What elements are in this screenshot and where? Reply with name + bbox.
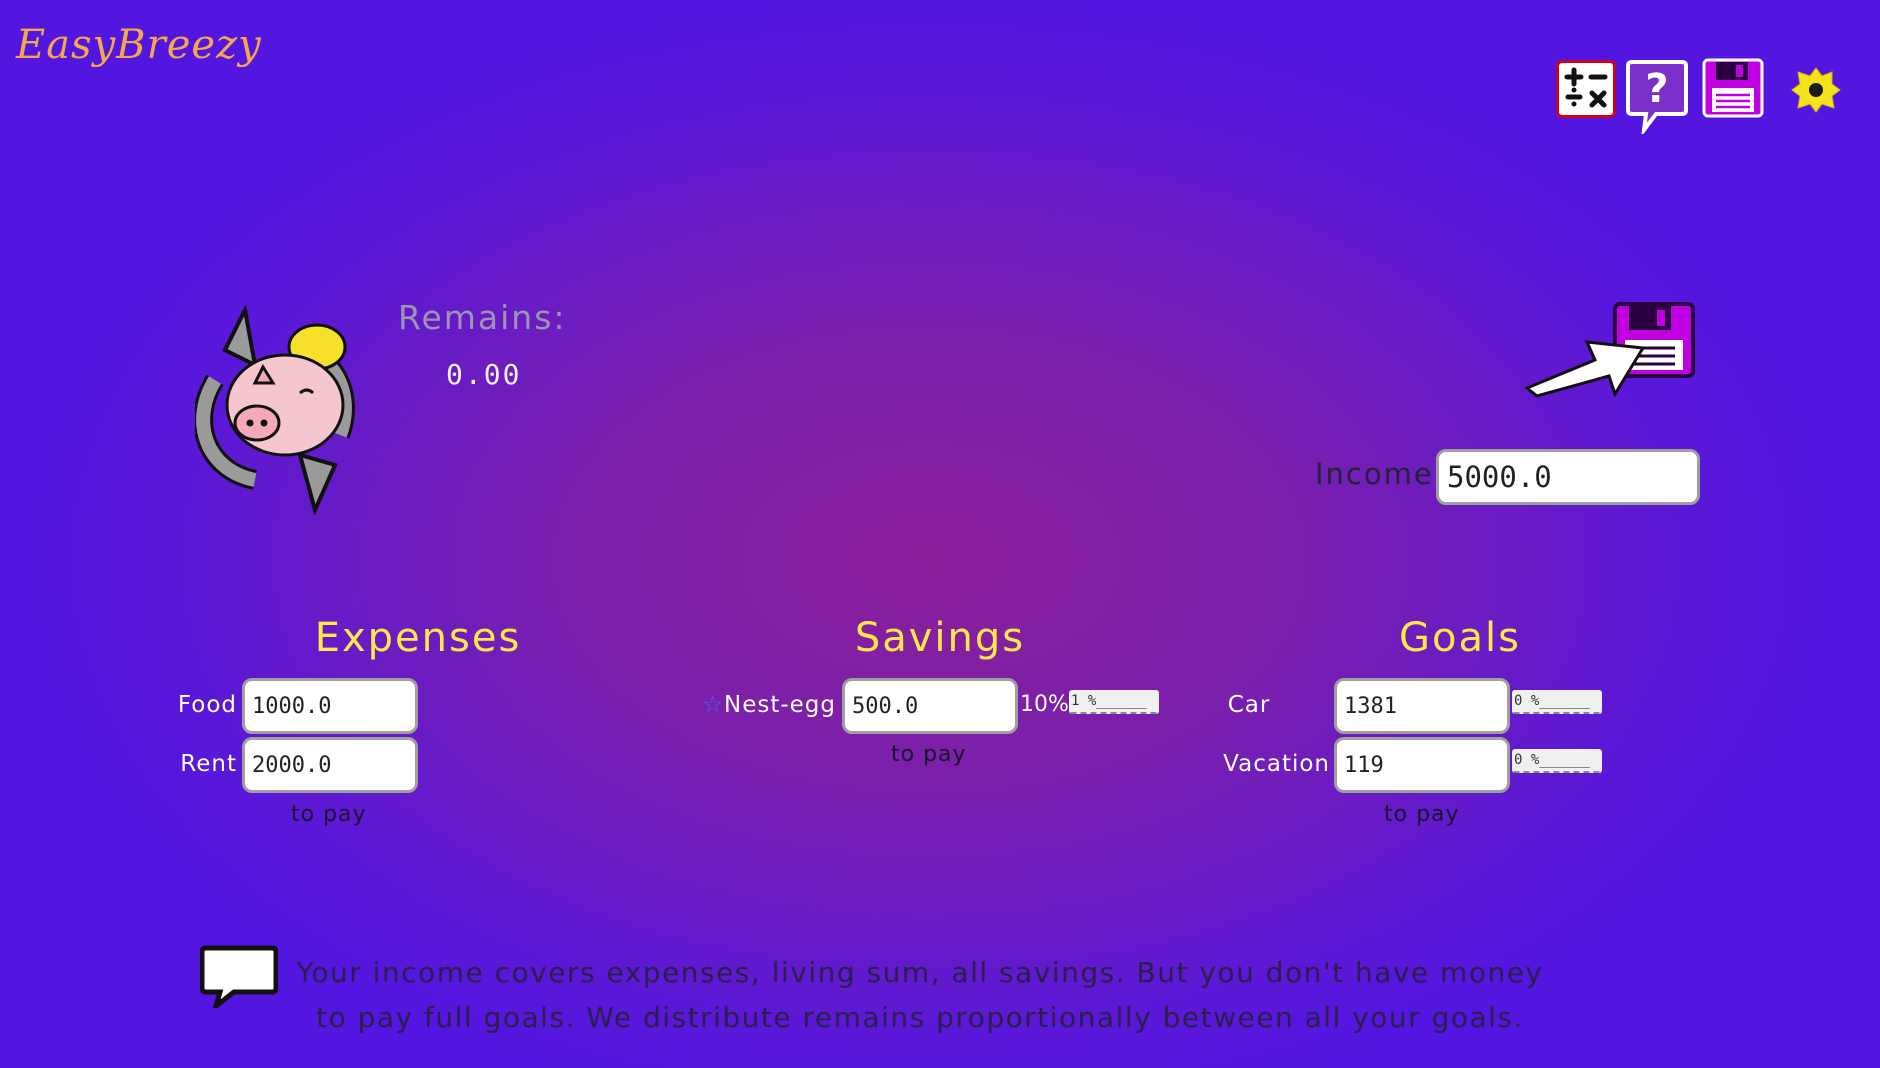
help-icon: ?	[1626, 60, 1688, 138]
svg-text:?: ?	[1645, 66, 1668, 112]
savings-title: Savings	[854, 615, 1026, 661]
piggy-bank-refresh-icon[interactable]	[195, 305, 370, 515]
saving-percent-field[interactable]: 1 %______	[1069, 690, 1159, 714]
income-label: Income	[1315, 457, 1434, 491]
expense-label-food: Food	[177, 692, 237, 718]
goal-percent-field-vacation[interactable]: 0 %______	[1512, 749, 1602, 773]
expense-input-food[interactable]	[242, 678, 418, 734]
remains-label: Remains:	[398, 298, 567, 337]
gear-icon	[1791, 67, 1841, 113]
calculator-button[interactable]	[1556, 60, 1616, 118]
goals-to-pay: to pay	[1384, 802, 1460, 827]
expense-label-rent: Rent	[180, 751, 237, 777]
chat-icon	[200, 945, 278, 1008]
goal-percent-field-car[interactable]: 0 %______	[1512, 690, 1602, 714]
star-icon[interactable]: ☆	[702, 692, 724, 718]
save-button[interactable]	[1702, 58, 1764, 118]
goal-input-car[interactable]	[1334, 678, 1510, 734]
settings-button[interactable]	[1788, 62, 1844, 118]
status-message: Your income covers expenses, living sum,…	[296, 956, 1544, 1034]
income-input[interactable]	[1436, 449, 1700, 505]
save-icon	[1702, 58, 1764, 118]
saving-percent-text: 10%	[1020, 692, 1069, 717]
app-logo: EasyBreezy	[16, 22, 262, 68]
savings-to-pay: to pay	[891, 742, 967, 767]
help-button[interactable]: ?	[1626, 58, 1688, 138]
expenses-title: Expenses	[314, 615, 522, 661]
toolbar: ?	[1554, 58, 1874, 138]
calculator-icon	[1564, 67, 1608, 108]
saving-label-nest-egg: ☆Nest-egg	[702, 692, 836, 718]
goal-label-car: Car	[1227, 692, 1271, 718]
save-hint-icon[interactable]	[1525, 302, 1700, 398]
remains-value: 0.00	[446, 358, 522, 391]
saving-input-nest-egg[interactable]	[842, 678, 1018, 734]
expenses-to-pay: to pay	[291, 802, 367, 827]
goal-label-vacation: Vacation	[1223, 751, 1330, 777]
goals-title: Goals	[1399, 615, 1521, 661]
goal-input-vacation[interactable]	[1334, 737, 1510, 793]
expense-input-rent[interactable]	[242, 737, 418, 793]
